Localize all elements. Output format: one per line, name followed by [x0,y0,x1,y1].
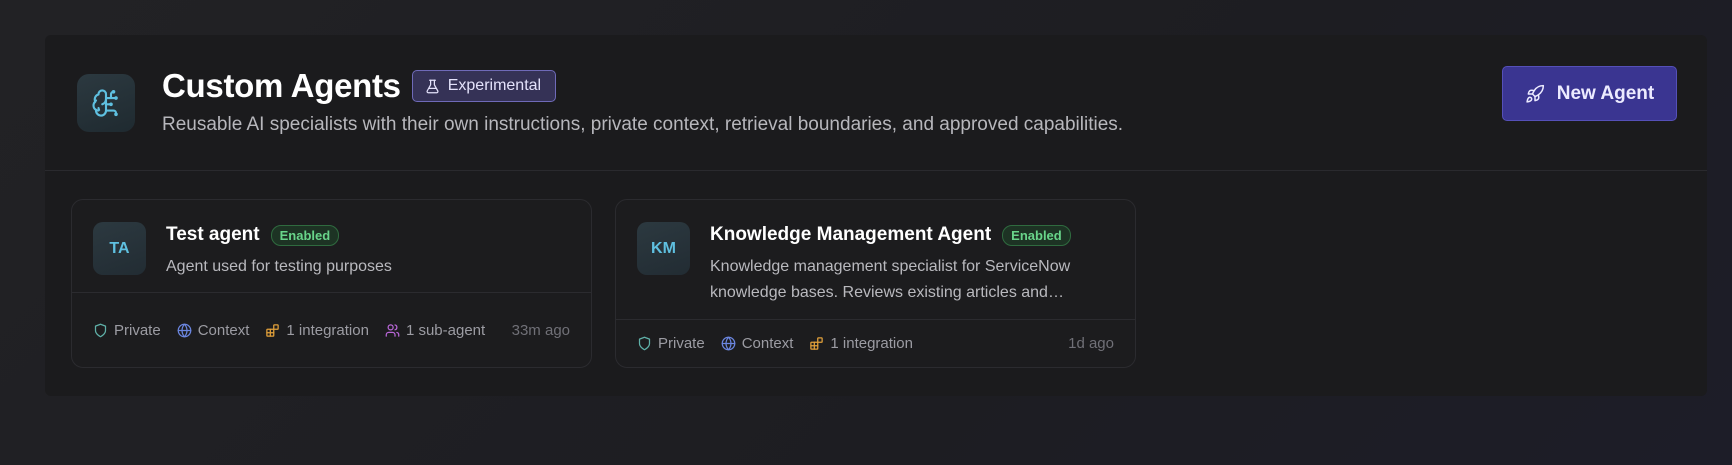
brain-icon [77,74,135,132]
agent-name: Knowledge Management Agent [710,224,992,245]
shield-icon [638,336,651,351]
subagents-label: 1 sub-agent [405,321,486,339]
agent-title-row: Test agent Enabled [166,224,340,246]
blocks-icon [810,337,824,350]
new-agent-button[interactable]: New Agent [1502,66,1677,121]
shield-icon [94,323,107,337]
agent-avatar: KM [637,222,690,275]
blocks-icon [266,323,280,337]
agent-card[interactable]: TA Test agent Enabled Agent used for tes… [71,199,592,368]
context-label: Context [741,335,794,352]
context-label: Context [197,321,250,339]
rocket-icon [1526,84,1544,103]
status-badge: Enabled [1002,224,1071,246]
agent-card-footer: Private Context 1 integration 1 sub-agen… [72,292,591,367]
agent-card-footer: Private Context 1 integration 1d ago [616,319,1135,367]
experimental-badge: Experimental [411,70,557,102]
integrations-meta: 1 integration [265,322,369,339]
integrations-meta: 1 integration [809,335,913,352]
custom-agents-panel: Custom Agents Experimental Reusable AI s… [45,35,1707,396]
context-meta: Context [177,321,250,339]
globe-icon [177,323,192,337]
integrations-label: 1 integration [830,335,913,352]
subagents-meta: 1 sub-agent [385,322,485,339]
flask-icon [426,79,439,93]
context-meta: Context [721,335,794,352]
title-row: Custom Agents Experimental [162,67,557,105]
updated-time: 33m ago [511,321,570,339]
page-subtitle: Reusable AI specialists with their own i… [162,114,1124,135]
page-title: Custom Agents [162,67,401,104]
users-icon [385,323,400,337]
agent-avatar: TA [93,222,146,275]
agent-name: Test agent [166,224,260,245]
experimental-badge-label: Experimental [447,77,542,94]
agent-description: Agent used for testing purposes [166,258,392,275]
status-badge: Enabled [270,224,340,246]
page-header: Custom Agents Experimental Reusable AI s… [45,35,1707,171]
visibility-label: Private [658,335,705,352]
visibility-label: Private [114,321,161,339]
globe-icon [721,336,736,351]
updated-time: 1d ago [1068,335,1114,352]
agent-card[interactable]: KM Knowledge Management Agent Enabled Kn… [615,199,1136,368]
agent-description: Knowledge management specialist for Serv… [710,258,1071,301]
integrations-label: 1 integration [286,321,369,339]
visibility-meta: Private [93,322,161,339]
agent-title-row: Knowledge Management Agent Enabled [710,224,1071,246]
visibility-meta: Private [637,335,705,352]
new-agent-button-label: New Agent [1556,82,1655,104]
